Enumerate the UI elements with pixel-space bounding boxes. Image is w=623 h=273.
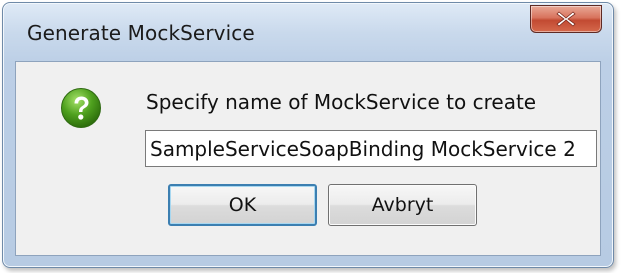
ok-button[interactable]: OK [168, 184, 317, 226]
close-icon [556, 11, 576, 27]
dialog-content: Specify name of MockService to create OK… [15, 61, 601, 256]
cancel-button[interactable]: Avbryt [328, 184, 477, 226]
question-icon [61, 88, 101, 128]
close-button[interactable] [530, 5, 602, 33]
dialog-window: Generate MockService Specify name of Moc… [2, 2, 614, 268]
window-title: Generate MockService [27, 21, 255, 45]
mockservice-name-input[interactable] [145, 130, 597, 167]
prompt-label: Specify name of MockService to create [146, 90, 537, 114]
